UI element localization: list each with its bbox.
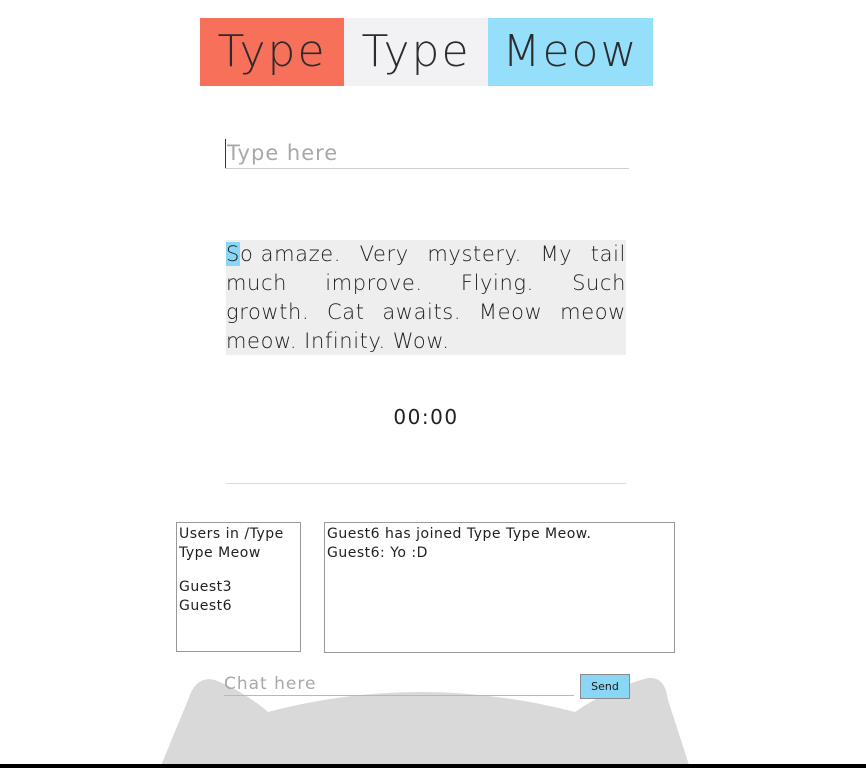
timer: 00:00 [393, 405, 459, 429]
passage-word: Wow. [392, 329, 450, 353]
passage-word: o amaze. [239, 242, 342, 266]
send-button[interactable]: Send [580, 674, 630, 699]
section-divider [226, 483, 626, 484]
passage-word: awaits. [382, 300, 462, 324]
current-letter: S [226, 242, 240, 266]
passage-word: meow [560, 300, 626, 324]
passage-line: So amaze. Very mystery. My tail [226, 240, 626, 269]
passage-line: meow. Infinity. Wow. [226, 327, 626, 356]
passage-word: My [540, 242, 573, 266]
users-list: Guest3 Guest6 [179, 578, 300, 616]
passage-word: Such [572, 271, 626, 295]
user-item: Guest3 [179, 579, 233, 595]
logo-word-meow: Meow [488, 18, 653, 86]
user-item: Guest6 [179, 598, 233, 614]
passage-word: growth. [226, 300, 310, 324]
logo-word-type-1: Type [200, 18, 344, 86]
passage-word: mystery. [427, 242, 522, 266]
passage-word: tail [590, 242, 626, 266]
typing-passage: So amaze. Very mystery. My tail much imp… [226, 240, 626, 355]
logo-word-type-2: Type [344, 18, 488, 86]
passage-word: Flying. [460, 271, 534, 295]
passage-word: Cat [326, 300, 365, 324]
text-caret [225, 139, 226, 168]
passage-word: Very [359, 242, 409, 266]
passage-line: much improve. Flying. Such [226, 269, 626, 298]
passage-line: growth. Cat awaits. Meow meow [226, 298, 626, 327]
passage-word: Meow [478, 300, 543, 324]
passage-word: Infinity. [304, 329, 386, 353]
chat-log[interactable]: Guest6 has joined Type Type Meow. Guest6… [324, 522, 675, 653]
passage-word: improve. [325, 271, 423, 295]
passage-word: meow. [226, 329, 298, 353]
typing-input[interactable] [225, 138, 629, 169]
chat-input[interactable] [224, 673, 574, 696]
chat-message: Guest6 has joined Type Type Meow. [327, 526, 592, 542]
app-logo: Type Type Meow [200, 18, 653, 86]
passage-word: much [226, 271, 288, 295]
chat-message: Guest6: Yo :D [327, 545, 428, 561]
window-bottom-edge [0, 764, 866, 768]
users-panel-title: Users in /Type Type Meow [179, 526, 284, 561]
users-panel: Users in /Type Type Meow Guest3 Guest6 [176, 522, 301, 652]
